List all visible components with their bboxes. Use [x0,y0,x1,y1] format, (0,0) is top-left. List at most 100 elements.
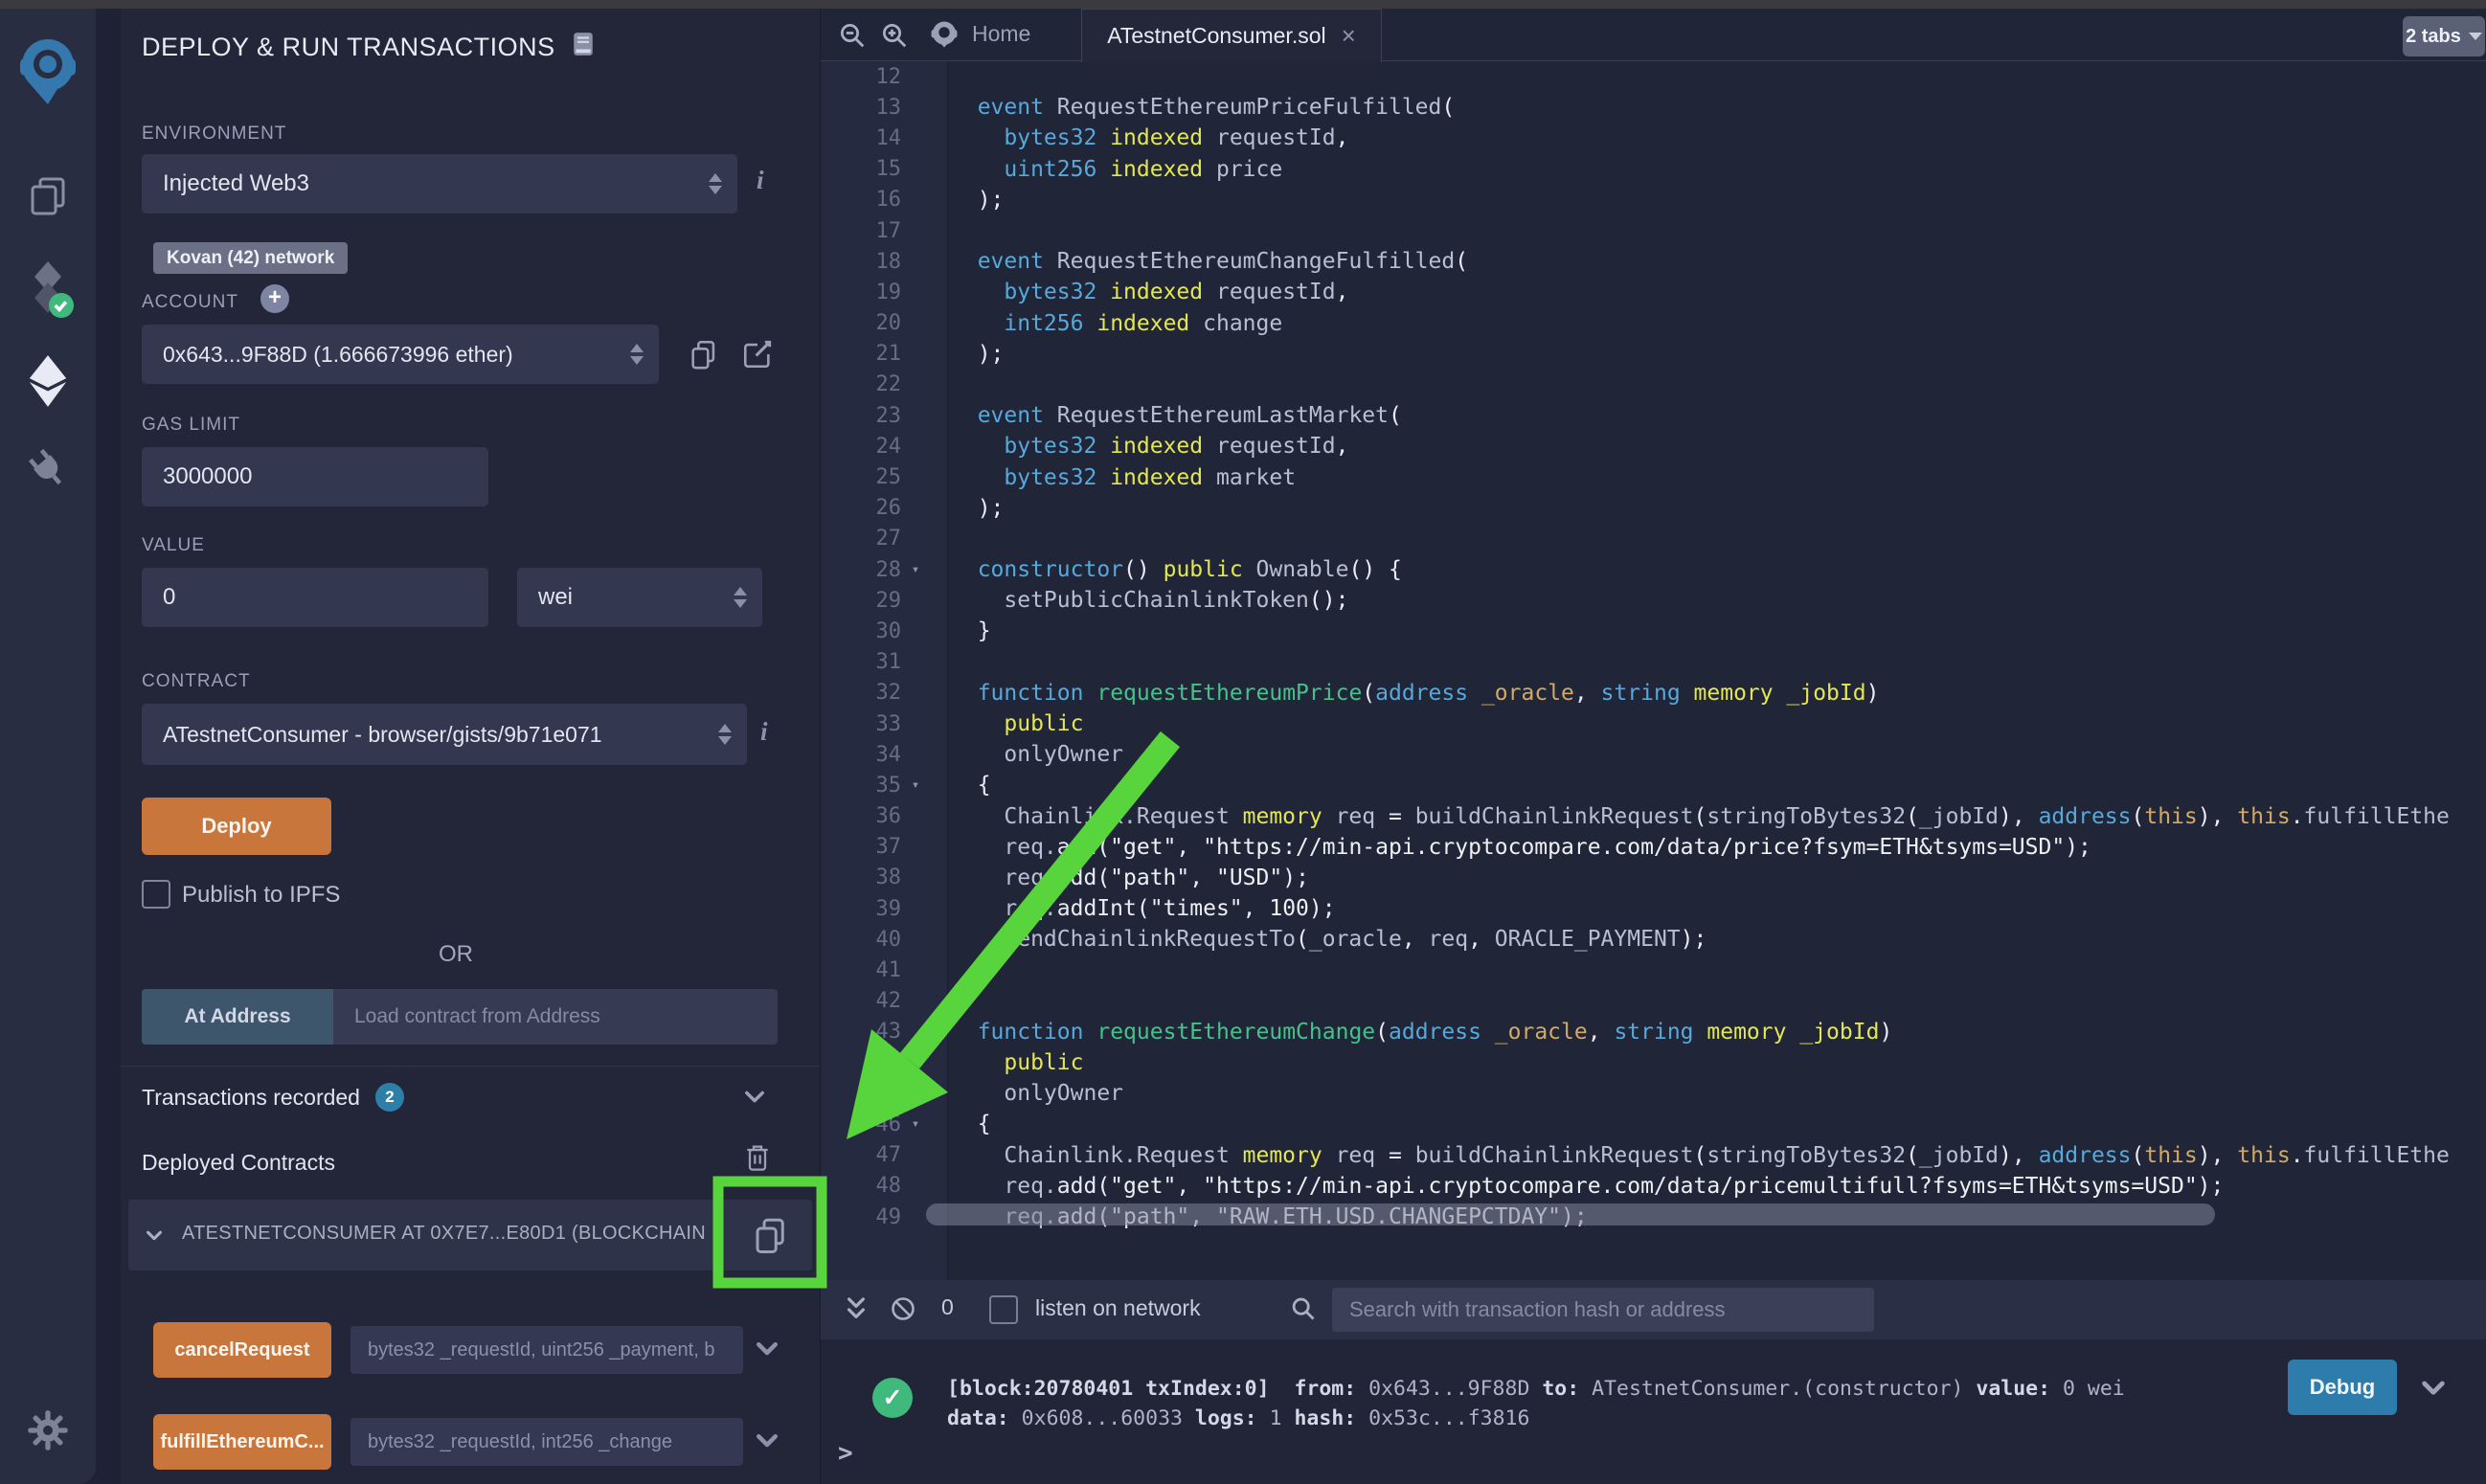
code-line[interactable]: 39 req.addInt("times", 100); [821,893,2486,924]
code-line[interactable]: 46▾ { [821,1109,2486,1139]
tabs-count-button[interactable]: 2 tabs [2403,16,2485,56]
contract-info-icon[interactable]: i [760,717,768,747]
code-line[interactable]: 24 bytes32 indexed requestId, [821,431,2486,461]
environment-info-icon[interactable]: i [757,166,764,195]
gas-limit-input[interactable] [142,463,488,490]
code-line[interactable]: 44 public [821,1047,2486,1078]
code-line[interactable]: 17 [821,215,2486,246]
publish-ipfs-checkbox[interactable] [142,880,170,909]
fold-arrow-icon[interactable]: ▾ [901,562,930,577]
code-editor-region: Home ATestnetConsumer.sol × 2 tabs 1213 … [820,9,2486,1484]
listen-network-checkbox[interactable] [989,1295,1018,1324]
code-line[interactable]: 28▾ constructor() public Ownable() { [821,554,2486,585]
environment-select[interactable]: Injected Web3 [142,154,737,214]
copy-account-icon[interactable] [688,338,720,375]
code-line[interactable]: 13 event RequestEthereumPriceFulfilled( [821,92,2486,123]
fold-arrow-icon[interactable]: ▾ [901,777,930,793]
clear-console-icon[interactable] [890,1295,916,1327]
settings-gear-icon[interactable] [26,1408,70,1457]
deploy-button[interactable]: Deploy [142,798,331,855]
code-line[interactable]: 22 [821,370,2486,400]
code-line[interactable]: 31 [821,647,2486,678]
contract-select[interactable]: ATestnetConsumer - browser/gists/9b71e07… [142,704,747,765]
code-line[interactable]: 16 ); [821,185,2486,215]
expand-terminal-icon[interactable] [842,1294,870,1330]
code-line[interactable]: 30 } [821,616,2486,646]
terminal-search-input[interactable] [1332,1297,1874,1322]
page-title: DEPLOY & RUN TRANSACTIONS [142,33,555,62]
tab-home[interactable]: Home [972,21,1030,47]
select-arrows-icon [718,724,732,745]
code-line[interactable]: 20 int256 indexed change [821,308,2486,339]
edit-account-icon[interactable] [741,338,774,375]
code-line[interactable]: 47 Chainlink.Request memory req = buildC… [821,1140,2486,1171]
listen-network-label: listen on network [1035,1295,1201,1321]
method-expand-icon[interactable] [753,1426,781,1459]
file-explorer-icon[interactable] [25,173,71,224]
add-account-icon[interactable]: + [260,284,289,313]
code-line[interactable]: 45 onlyOwner [821,1078,2486,1109]
deployed-contract-header[interactable]: ATESTNETCONSUMER AT 0X7E7...E80D1 (BLOCK… [128,1200,812,1270]
contract-collapse-icon[interactable] [144,1225,165,1250]
code-area[interactable]: 1213 event RequestEthereumPriceFulfilled… [821,61,2486,1280]
code-line[interactable]: 32 function requestEthereumPrice(address… [821,678,2486,708]
code-line[interactable]: 37 req.add("get", "https://min-api.crypt… [821,832,2486,863]
code-line[interactable]: 29 setPublicChainlinkToken(); [821,585,2486,616]
plugin-manager-icon[interactable] [26,447,70,496]
select-arrows-icon [734,587,747,608]
horizontal-scrollbar[interactable] [926,1203,2215,1225]
fold-arrow-icon[interactable]: ▾ [901,1116,930,1132]
zoom-out-icon[interactable] [838,21,867,55]
value-input[interactable] [142,584,488,611]
transactions-collapse-icon[interactable] [741,1083,768,1114]
at-address-button[interactable]: At Address [142,989,333,1045]
account-select[interactable]: 0x643...9F88D (1.666673996 ether) [142,325,659,384]
transaction-log-entry[interactable]: [block:20780401 txIndex:0] from: 0x643..… [947,1374,2125,1433]
zoom-in-icon[interactable] [880,21,909,55]
code-line[interactable]: 43 function requestEthereumChange(addres… [821,1017,2486,1047]
code-line[interactable]: 36 Chainlink.Request memory req = buildC… [821,801,2486,832]
debug-button[interactable]: Debug [2288,1360,2397,1415]
code-line[interactable]: 48 req.add("get", "https://min-api.crypt… [821,1171,2486,1202]
method-fulfillethereum-button[interactable]: fulfillEthereumC... [153,1414,331,1470]
terminal-search-box [1332,1288,1874,1332]
value-input-box [142,568,488,627]
code-line[interactable]: 26 ); [821,493,2486,524]
code-line[interactable]: 19 bytes32 indexed requestId, [821,277,2486,307]
code-line[interactable]: 38 req.add("path", "USD"); [821,863,2486,893]
value-unit-select[interactable]: wei [517,568,762,627]
window-top-strip [0,0,2486,9]
log-expand-icon[interactable] [2418,1372,2449,1407]
remix-logo-icon[interactable] [16,35,79,111]
network-badge: Kovan (42) network [153,242,348,274]
code-line[interactable]: 15 uint256 indexed price [821,154,2486,185]
contract-label: CONTRACT [142,671,251,692]
method-cancelrequest-params-box: bytes32 _requestId, uint256 _payment, b [350,1326,743,1374]
trash-icon[interactable] [743,1142,772,1178]
code-line[interactable]: 34 onlyOwner [821,739,2486,770]
tab-atestnetconsumer[interactable]: ATestnetConsumer.sol × [1081,9,1382,62]
close-tab-icon[interactable]: × [1342,21,1356,51]
code-line[interactable]: 35▾ { [821,770,2486,800]
copy-contract-address-icon[interactable] [751,1215,791,1260]
code-line[interactable]: 23 event RequestEthereumLastMarket( [821,400,2486,431]
code-line[interactable]: 41 } [821,955,2486,985]
solidity-compiler-icon[interactable] [21,259,75,324]
deploy-run-icon[interactable] [26,355,70,412]
code-line[interactable]: 27 [821,524,2486,554]
home-tab-icon[interactable] [928,18,960,56]
code-line[interactable]: 33 public [821,708,2486,739]
code-line[interactable]: 21 ); [821,339,2486,370]
method-expand-icon[interactable] [753,1334,781,1367]
editor-tab-bar: Home ATestnetConsumer.sol × 2 tabs [821,9,2486,61]
code-line[interactable]: 12 [821,61,2486,92]
code-line[interactable]: 14 bytes32 indexed requestId, [821,123,2486,153]
at-address-input[interactable] [333,1005,778,1028]
code-line[interactable]: 18 event RequestEthereumChangeFulfilled( [821,246,2486,277]
terminal-prompt[interactable]: > [838,1439,853,1468]
code-line[interactable]: 42 [821,986,2486,1017]
code-line[interactable]: 40 sendChainlinkRequestTo(_oracle, req, … [821,924,2486,955]
method-cancelrequest-button[interactable]: cancelRequest [153,1322,331,1378]
code-line[interactable]: 25 bytes32 indexed market [821,461,2486,492]
docs-book-icon[interactable] [573,32,594,63]
